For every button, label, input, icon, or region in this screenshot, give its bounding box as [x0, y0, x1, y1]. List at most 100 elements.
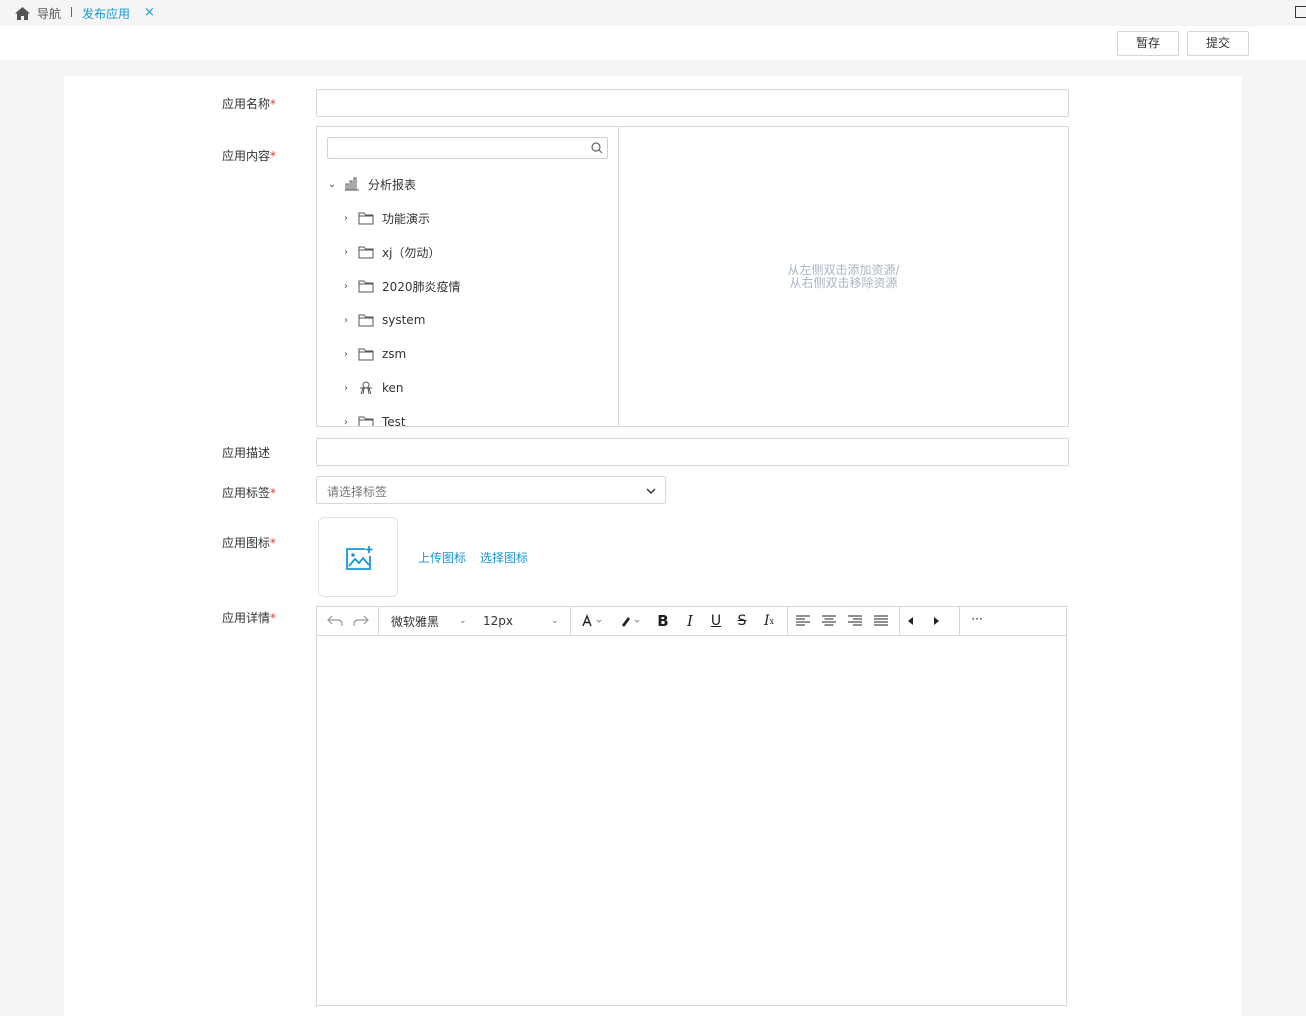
redo-icon[interactable] [351, 611, 371, 631]
editor-toolbar: 微软雅黑 ⌄ 12px ⌄ B I U S Ix ··· [317, 607, 1066, 636]
chevron-right-icon[interactable]: › [341, 383, 351, 394]
search-icon [591, 142, 603, 154]
home-icon [15, 6, 30, 20]
tree-node-folder[interactable]: › 2020肺炎疫情 [341, 277, 461, 295]
undo-icon[interactable] [325, 611, 345, 631]
required-mark: * [270, 149, 277, 163]
chevron-right-icon[interactable]: › [341, 247, 351, 258]
tab-divider [71, 7, 72, 17]
resource-picker: ⌄ 分析报表 › 功能演示 › xj（勿动） › 2020肺炎疫情 › syst… [316, 126, 1069, 427]
tree-node-label: 功能演示 [382, 211, 431, 226]
resource-tree-pane[interactable]: ⌄ 分析报表 › 功能演示 › xj（勿动） › 2020肺炎疫情 › syst… [317, 127, 619, 426]
editor-content-area[interactable] [317, 636, 1066, 1005]
tab-publish-app-label: 发布应用 [82, 6, 131, 21]
font-family-value: 微软雅黑 [391, 614, 440, 629]
required-mark: * [270, 486, 277, 500]
font-size-select[interactable]: 12px ⌄ [483, 612, 561, 630]
indent-icon[interactable] [929, 611, 943, 631]
clear-format-icon[interactable]: Ix [760, 611, 778, 631]
app-content-label-text: 应用内容 [222, 149, 271, 163]
folder-icon [358, 348, 374, 361]
align-center-icon[interactable] [820, 611, 838, 631]
picker-hint-text: 从左侧双击添加资源/ 从右侧双击移除资源 [787, 262, 900, 290]
tree-node-label: xj（勿动） [382, 245, 441, 260]
upload-icon-link[interactable]: 上传图标 [418, 549, 466, 566]
outdent-icon[interactable] [904, 611, 918, 631]
choose-icon-link[interactable]: 选择图标 [480, 549, 528, 566]
tree-node-label: 2020肺炎疫情 [382, 279, 461, 294]
tree-node-folder[interactable]: › xj（勿动） [341, 243, 440, 261]
chevron-down-icon [646, 488, 656, 494]
rich-text-editor: 微软雅黑 ⌄ 12px ⌄ B I U S Ix ··· [316, 606, 1067, 1006]
align-justify-icon[interactable] [872, 611, 890, 631]
tree-node-label: Test [382, 415, 406, 426]
chevron-right-icon[interactable]: › [341, 315, 351, 326]
toolbar-divider [787, 607, 788, 636]
app-icon-label-text: 应用图标 [222, 536, 271, 550]
app-tags-label-text: 应用标签 [222, 486, 271, 500]
chevron-down-icon: ⌄ [551, 616, 559, 626]
tree-node-folder[interactable]: › 功能演示 [341, 209, 430, 227]
tree-node-label: 分析报表 [368, 177, 417, 192]
action-toolbar: 暂存 提交 [0, 26, 1306, 60]
report-chart-icon [345, 177, 359, 191]
tab-home-label: 导航 [37, 6, 62, 21]
chevron-down-icon[interactable]: ⌄ [327, 179, 337, 190]
submit-button[interactable]: 提交 [1187, 31, 1249, 56]
align-left-icon[interactable] [794, 611, 812, 631]
app-content-label: 应用内容* [222, 147, 276, 164]
app-description-input[interactable] [316, 438, 1069, 466]
toolbar-divider [959, 607, 960, 636]
resource-search-input[interactable] [327, 137, 608, 159]
app-details-label: 应用详情* [222, 609, 276, 626]
app-name-label: 应用名称* [222, 95, 276, 112]
align-right-icon[interactable] [846, 611, 864, 631]
toolbar-divider [378, 607, 379, 636]
chevron-right-icon[interactable]: › [341, 213, 351, 224]
tree-node-user[interactable]: › ken [341, 379, 404, 397]
app-tags-label: 应用标签* [222, 484, 276, 501]
icon-upload-box[interactable] [318, 517, 398, 597]
folder-icon [358, 246, 374, 259]
chevron-right-icon[interactable]: › [341, 417, 351, 427]
bold-icon[interactable]: B [654, 611, 672, 631]
selected-resources-pane[interactable]: 从左侧双击添加资源/ 从右侧双击移除资源 [619, 127, 1068, 426]
maximize-icon[interactable] [1295, 6, 1306, 18]
folder-icon [358, 212, 374, 225]
more-options-icon[interactable]: ··· [967, 609, 987, 629]
tree-node-folder[interactable]: › zsm [341, 345, 406, 363]
tree-node-reports[interactable]: ⌄ 分析报表 [327, 175, 416, 193]
chevron-down-icon: ⌄ [459, 616, 467, 626]
required-mark: * [270, 97, 277, 111]
tab-publish-app[interactable]: 发布应用 [82, 4, 130, 22]
chevron-right-icon[interactable]: › [341, 281, 351, 292]
app-description-label: 应用描述 [222, 444, 270, 461]
highlight-icon[interactable] [617, 611, 645, 631]
required-mark: * [270, 611, 277, 625]
tree-node-label: system [382, 313, 426, 327]
font-size-value: 12px [483, 614, 513, 628]
app-icon-label: 应用图标* [222, 534, 276, 551]
picker-hint-line: 从左侧双击添加资源/ [787, 262, 900, 277]
save-draft-button[interactable]: 暂存 [1117, 31, 1179, 56]
tree-node-folder[interactable]: › system [341, 311, 425, 329]
strikethrough-icon[interactable]: S [733, 611, 751, 631]
font-family-select[interactable]: 微软雅黑 ⌄ [391, 612, 469, 630]
picker-hint-line: 从右侧双击移除资源 [789, 275, 898, 290]
tab-close-icon[interactable]: × [144, 5, 155, 21]
chevron-right-icon[interactable]: › [341, 349, 351, 360]
add-image-icon [346, 546, 373, 570]
user-folder-icon [360, 381, 372, 395]
tree-node-folder[interactable]: › Test [341, 413, 406, 426]
tab-home[interactable]: 导航 [14, 4, 61, 22]
required-mark: * [270, 536, 277, 550]
font-color-icon[interactable] [579, 611, 607, 631]
app-details-label-text: 应用详情 [222, 611, 271, 625]
app-description-label-text: 应用描述 [222, 446, 271, 460]
app-name-input[interactable] [316, 89, 1069, 117]
app-tags-select[interactable]: 请选择标签 [316, 476, 666, 504]
underline-icon[interactable]: U [707, 611, 725, 631]
app-tags-placeholder: 请选择标签 [327, 485, 388, 499]
folder-icon [358, 416, 374, 426]
italic-icon[interactable]: I [681, 611, 699, 631]
